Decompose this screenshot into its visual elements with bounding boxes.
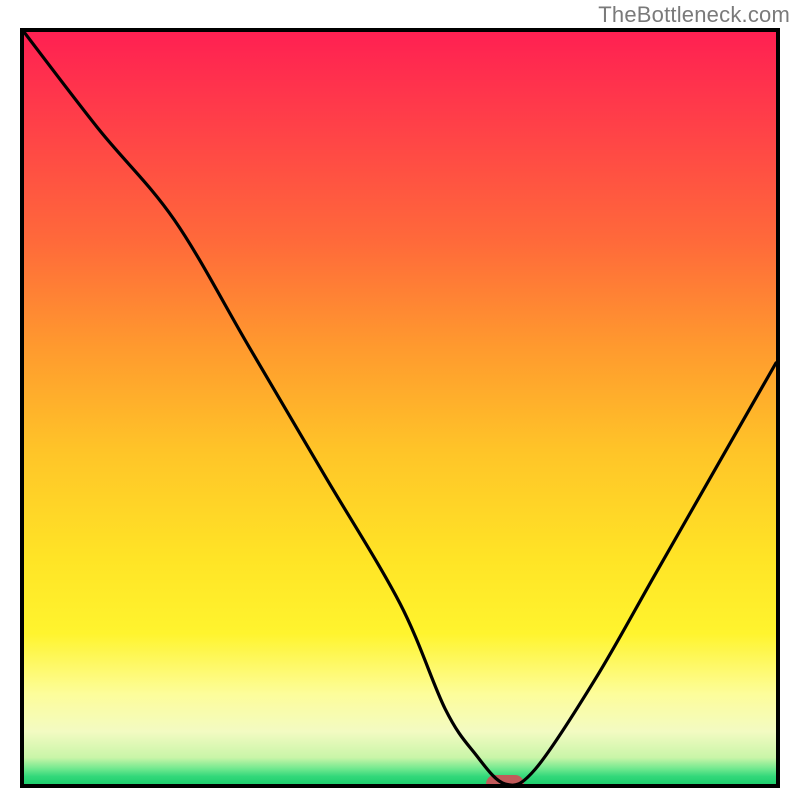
bottleneck-chart: TheBottleneck.com (0, 0, 800, 800)
plot-frame (20, 28, 780, 788)
attribution-label: TheBottleneck.com (598, 2, 790, 28)
bottleneck-curve (24, 32, 776, 784)
plot-area (24, 32, 776, 784)
